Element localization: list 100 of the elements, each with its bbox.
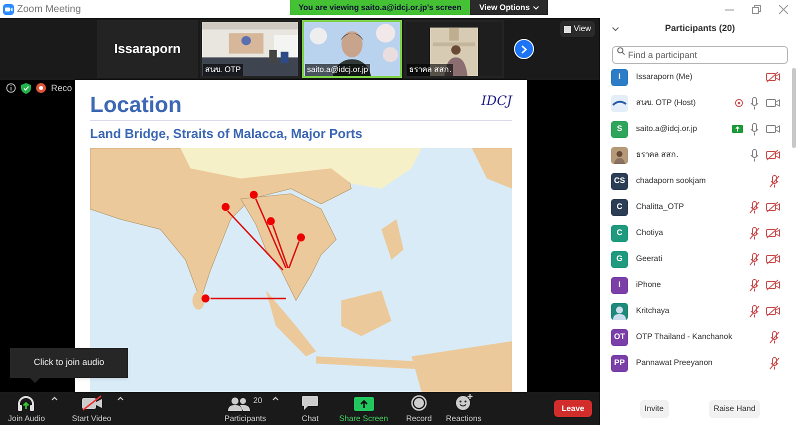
shield-icon[interactable]	[21, 83, 31, 94]
video-tile[interactable]: สนข. OTP	[200, 20, 300, 78]
microphone-muted-icon[interactable]	[749, 278, 760, 292]
participant-name: Issaraporn	[114, 40, 181, 58]
participant-name: iPhone	[636, 279, 661, 291]
view-button[interactable]: View	[560, 21, 595, 37]
participant-row[interactable]: PP Pannawat Preeyanon	[600, 350, 792, 376]
panel-button[interactable]: Raise Hand	[708, 400, 760, 418]
microphone-muted-icon[interactable]	[749, 252, 760, 266]
microphone-muted-icon[interactable]	[749, 304, 760, 318]
video-tile[interactable]: Issaraporn	[97, 20, 198, 78]
record-icon	[410, 394, 427, 410]
participant-name: สนข. OTP (Host)	[636, 97, 696, 109]
toolbar-button[interactable]: Join Audio	[8, 392, 45, 424]
logo: IDCJ	[481, 93, 512, 111]
participant-name: Pannawat Preeyanon	[636, 357, 712, 369]
camera-off-icon[interactable]	[766, 149, 780, 161]
toolbar-button[interactable]: Reactions	[446, 392, 482, 424]
participant-count: 20	[253, 394, 262, 406]
camera-off-icon[interactable]	[766, 227, 780, 239]
avatar: G	[611, 250, 628, 268]
avatar: C	[611, 198, 628, 216]
microphone-muted-icon[interactable]	[769, 330, 780, 344]
avatar: I	[611, 276, 628, 294]
camera-off-icon[interactable]	[766, 71, 780, 83]
toolbar-button[interactable]: Record	[406, 392, 432, 424]
tooltip: Click to join audio	[10, 348, 128, 378]
chat-icon	[301, 394, 320, 410]
participant-row[interactable]: ธราคล สสก.	[600, 142, 792, 168]
avatar	[611, 146, 628, 164]
tooltip-pointer	[30, 378, 40, 383]
participant-row[interactable]: CS chadaporn sookjam	[600, 168, 792, 194]
avatar: S	[611, 120, 628, 138]
participant-name: Kritchaya	[636, 305, 670, 317]
participant-row[interactable]: OT OTP Thailand - Kanchanok	[600, 324, 792, 350]
avatar	[611, 94, 628, 112]
camera-off-icon[interactable]	[766, 279, 780, 291]
avatar: CS	[611, 172, 628, 190]
next-button[interactable]	[514, 39, 534, 59]
restore-icon[interactable]	[752, 4, 761, 14]
search-field[interactable]: Find a participant	[612, 46, 788, 64]
microphone-icon[interactable]	[749, 122, 760, 136]
participant-row[interactable]: Kritchaya	[600, 298, 792, 324]
avatar: OT	[611, 328, 628, 346]
camera-icon[interactable]	[766, 97, 780, 109]
participant-row[interactable]: I iPhone	[600, 272, 792, 298]
record-icon	[36, 83, 46, 93]
recording-label: Reco	[51, 83, 72, 94]
toolbar-button[interactable]: Share Screen	[339, 392, 388, 424]
close-icon[interactable]	[779, 4, 788, 14]
toolbar-button[interactable]: Chat	[301, 392, 320, 424]
slide-title: Location	[90, 92, 182, 118]
toolbar-button[interactable]: Start Video	[72, 392, 112, 424]
headphones-icon	[16, 394, 36, 410]
camera-off-icon[interactable]	[766, 201, 780, 213]
microphone-muted-icon[interactable]	[769, 356, 780, 370]
participant-name: สนข. OTP	[203, 64, 243, 76]
view-options-button[interactable]: View Options	[470, 0, 548, 15]
share-screen-icon	[354, 396, 374, 410]
microphone-muted-icon[interactable]	[769, 174, 780, 188]
chevron-down-icon	[532, 6, 539, 10]
video-tile[interactable]: ธราคล สสก.	[404, 20, 504, 78]
camera-off-icon[interactable]	[766, 305, 780, 317]
participant-row[interactable]: I Issaraporn (Me)	[600, 64, 792, 90]
video-tile[interactable]: saito.a@idcj.or.jp	[302, 20, 402, 78]
caret-icon[interactable]	[117, 396, 124, 400]
panel-button[interactable]: Invite	[640, 400, 669, 418]
chevron-right-icon	[521, 44, 527, 54]
info-icon[interactable]	[6, 83, 16, 93]
caret-icon[interactable]	[50, 396, 58, 400]
scrollbar-thumb[interactable]	[792, 68, 796, 148]
participant-name: Issaraporn (Me)	[636, 71, 692, 83]
participant-row[interactable]: สนข. OTP (Host)	[600, 90, 792, 116]
toolbar-button[interactable]: 20 Participants	[224, 392, 266, 424]
participant-name: Chalitta_OTP	[636, 201, 684, 213]
participant-name: OTP Thailand - Kanchanok	[636, 331, 732, 343]
camera-off-icon[interactable]	[766, 253, 780, 265]
participant-name: chadaporn sookjam	[636, 175, 706, 187]
share-banner: You are viewing saito.a@idcj.or.jp's screen	[290, 0, 470, 15]
microphone-muted-icon[interactable]	[749, 200, 760, 214]
participant-row[interactable]: S saito.a@idcj.or.jp	[600, 116, 792, 142]
slide-subtitle: Land Bridge, Straits of Malacca, Major Ports	[90, 126, 364, 142]
avatar: C	[611, 224, 628, 242]
microphone-icon[interactable]	[749, 96, 760, 110]
participant-name: ธราคล สสก.	[407, 64, 454, 76]
avatar: PP	[611, 354, 628, 372]
window-title: Zoom Meeting	[17, 2, 81, 16]
chevron-down-icon[interactable]	[612, 26, 619, 32]
microphone-icon[interactable]	[749, 148, 760, 162]
participant-row[interactable]: C Chalitta_OTP	[600, 194, 792, 220]
microphone-muted-icon[interactable]	[749, 226, 760, 240]
caret-icon[interactable]	[272, 396, 280, 400]
participant-row[interactable]: G Geerati	[600, 246, 792, 272]
camera-icon[interactable]	[766, 123, 780, 135]
participant-name: saito.a@idcj.or.jp	[636, 123, 698, 135]
search-icon	[617, 47, 625, 55]
participant-name: ธราคล สสก.	[636, 149, 678, 161]
leave-button[interactable]: Leave	[554, 400, 592, 417]
video-off-icon	[80, 394, 103, 410]
participant-row[interactable]: C Chotiya	[600, 220, 792, 246]
